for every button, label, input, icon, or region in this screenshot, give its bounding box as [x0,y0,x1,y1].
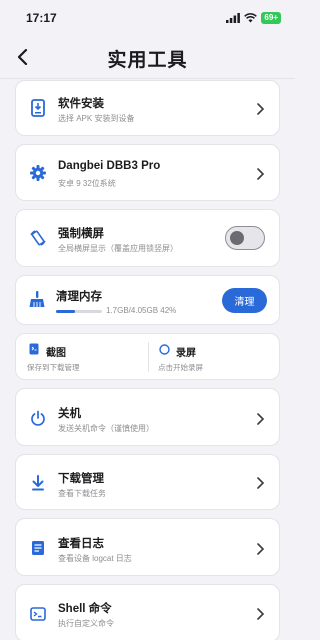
downloads-subtitle: 查看下载任务 [58,489,106,498]
capture-tools-card: 截图 保存到下载管理 录屏 点击开始录屏 [15,333,280,380]
screenshot-icon [29,343,39,355]
shutdown-item[interactable]: 关机 发送关机命令（谨慎使用） [15,388,280,446]
record-circle-icon [159,344,170,355]
shell-subtitle: 执行自定义命令 [58,619,114,628]
logs-title: 查看日志 [58,538,104,550]
chevron-right-icon [257,608,265,620]
gear-icon [28,163,48,183]
record-button[interactable]: 录屏 点击开始录屏 [149,334,281,381]
download-icon [28,473,48,493]
chevron-right-icon [257,543,265,555]
record-subtitle: 点击开始录屏 [158,363,203,372]
downloads-item[interactable]: 下载管理 查看下载任务 [15,454,280,510]
memory-progress-bar [56,310,102,313]
downloads-title: 下载管理 [58,473,104,485]
broom-icon [27,289,47,309]
status-bar: 17:17 69+ [0,0,295,36]
force-landscape-subtitle: 全局横屏显示（覆盖应用锁竖屏） [58,244,178,253]
page-title: 实用工具 [107,49,188,71]
shutdown-title: 关机 [58,408,81,420]
chevron-right-icon [257,477,265,489]
memory-progress-fill [56,310,76,313]
battery-indicator: 69+ [261,12,281,24]
clear-memory-title: 清理内存 [56,291,102,303]
signal-icon [226,13,241,23]
install-phone-icon [28,98,48,118]
wifi-icon [244,13,258,23]
rotate-screen-icon [28,228,48,248]
chevron-right-icon [257,103,265,115]
nav-bar: 实用工具 [0,38,295,78]
log-icon [28,538,48,558]
force-landscape-title: 强制横屏 [58,228,104,240]
software-install-subtitle: 选择 APK 安装到设备 [58,114,135,123]
toggle-knob [230,231,244,245]
shutdown-subtitle: 发送关机命令（谨慎使用） [58,424,154,433]
chevron-right-icon [257,413,265,425]
shell-item[interactable]: Shell 命令 执行自定义命令 [15,584,280,640]
status-icons: 69+ [226,12,281,24]
logs-item[interactable]: 查看日志 查看设备 logcat 日志 [15,518,280,576]
device-name: Dangbei DBB3 Pro [58,160,161,172]
clear-memory-item: 清理内存 1.7GB/4.05GB 42% 清理 [15,275,280,325]
device-os: 安卓 9 32位系统 [58,179,116,188]
back-button[interactable] [10,44,36,70]
chevron-right-icon [257,168,265,180]
status-time: 17:17 [26,11,57,25]
shell-title: Shell 命令 [58,603,112,615]
screenshot-title: 截图 [46,348,66,359]
chevron-left-icon [17,49,28,65]
screenshot-subtitle: 保存到下载管理 [27,363,80,372]
clean-memory-button[interactable]: 清理 [222,288,267,313]
software-install-title: 软件安装 [58,98,104,110]
record-title: 录屏 [176,348,196,359]
power-icon [28,408,48,428]
screenshot-button[interactable]: 截图 保存到下载管理 [16,334,148,381]
device-info-item[interactable]: Dangbei DBB3 Pro 安卓 9 32位系统 [15,144,280,201]
logs-subtitle: 查看设备 logcat 日志 [58,554,132,563]
force-landscape-item: 强制横屏 全局横屏显示（覆盖应用锁竖屏） [15,209,280,267]
software-install-item[interactable]: 软件安装 选择 APK 安装到设备 [15,80,280,136]
force-landscape-toggle[interactable] [225,226,265,250]
memory-usage-text: 1.7GB/4.05GB 42% [106,306,177,315]
nav-divider [0,78,295,79]
terminal-icon [28,604,48,624]
